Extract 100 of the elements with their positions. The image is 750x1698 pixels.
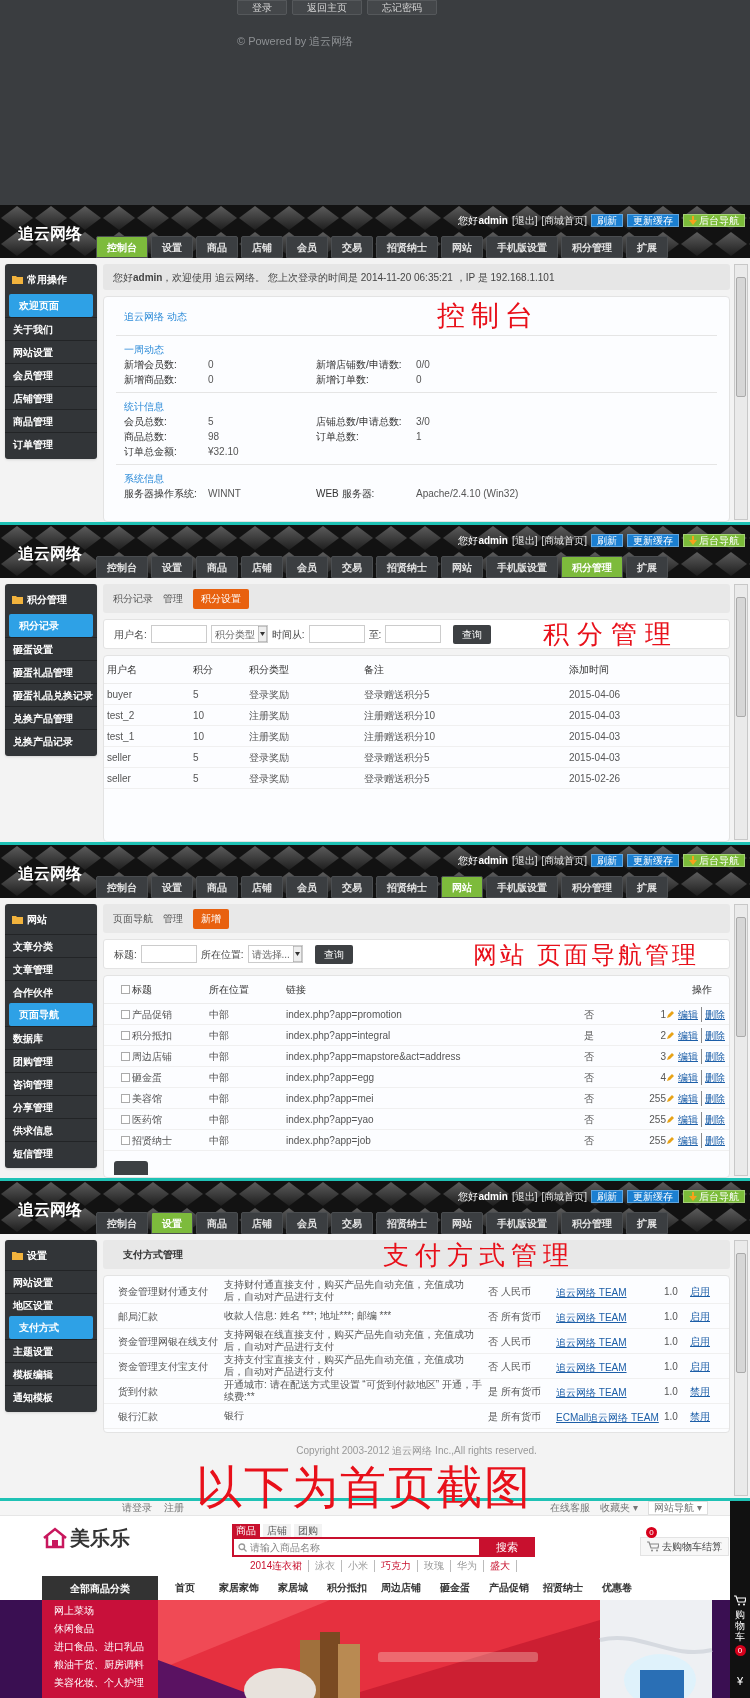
sidebar-item[interactable]: 会员管理 <box>5 363 97 386</box>
hot-word-link[interactable]: 2014连衣裙 <box>244 1560 310 1572</box>
action-link[interactable]: 删除 <box>701 1090 725 1106</box>
nav-tab[interactable]: 商品 <box>196 1212 238 1234</box>
category-link[interactable]: 进口食品、进口乳品 <box>42 1638 158 1656</box>
nav-tab[interactable]: 设置 <box>151 876 193 898</box>
top-link[interactable]: 收藏夹 ▾ <box>600 1502 639 1514</box>
nav-tab[interactable]: 手机版设置 <box>486 876 558 898</box>
sidebar-item[interactable]: 供求信息 <box>5 1118 97 1141</box>
search-button[interactable]: 搜索 <box>479 1537 535 1557</box>
search-tab[interactable]: 团购 <box>294 1524 322 1537</box>
input-field[interactable] <box>150 625 207 643</box>
nav-tab[interactable]: 网站 <box>441 1212 483 1234</box>
header-link[interactable]: [退出] <box>511 1189 538 1204</box>
breadcrumb-link[interactable]: 页面导航 <box>113 911 153 926</box>
nav-link[interactable]: 产品促销 <box>482 1576 536 1600</box>
action-link[interactable]: 禁用 <box>690 1383 710 1399</box>
nav-tab[interactable]: 手机版设置 <box>486 556 558 578</box>
sidebar-item[interactable]: 兑换产品管理 <box>5 706 97 729</box>
action-link[interactable]: 启用 <box>690 1283 710 1299</box>
action-link[interactable]: 编辑 <box>678 1132 698 1148</box>
nav-tab[interactable]: 积分管理 <box>561 236 623 258</box>
header-link[interactable]: [退出] <box>511 853 538 868</box>
sidebar-item[interactable]: 订单管理 <box>5 432 97 455</box>
header-button[interactable]: 更新缓存 <box>627 1190 679 1203</box>
action-link[interactable]: 编辑 <box>678 1048 698 1064</box>
action-link[interactable]: 编辑 <box>678 1069 698 1085</box>
nav-tab[interactable]: 会员 <box>286 236 328 258</box>
sidebar-item[interactable]: 网站设置 <box>5 340 97 363</box>
search-tab[interactable]: 店铺 <box>263 1524 291 1537</box>
login-page-button[interactable]: 忘记密码 <box>367 0 437 15</box>
action-link[interactable]: 启用 <box>690 1358 710 1374</box>
action-link[interactable]: 编辑 <box>678 1006 698 1022</box>
nav-tab[interactable]: 招贤纳士 <box>376 236 438 258</box>
sidebar-item[interactable]: 文章分类 <box>5 934 97 957</box>
author-link[interactable]: 追云网络 TEAM <box>556 1312 627 1323</box>
action-link[interactable]: 删除 <box>701 1111 725 1127</box>
nav-link[interactable]: 积分抵扣 <box>320 1576 374 1600</box>
sidebar-item[interactable]: 短信管理 <box>5 1141 97 1164</box>
sidebar-item[interactable]: 店铺管理 <box>5 386 97 409</box>
checkbox[interactable] <box>121 1030 130 1040</box>
category-link[interactable]: 网上菜场 <box>42 1602 158 1620</box>
scrollbar[interactable] <box>734 584 748 840</box>
pencil-icon[interactable] <box>667 1094 674 1102</box>
action-link[interactable]: 编辑 <box>678 1090 698 1106</box>
pencil-icon[interactable] <box>667 1073 674 1081</box>
pencil-icon[interactable] <box>667 1031 674 1039</box>
nav-tab[interactable]: 手机版设置 <box>486 236 558 258</box>
nav-tab[interactable]: 交易 <box>331 556 373 578</box>
category-link[interactable]: 美容化妆、个人护理 <box>42 1674 158 1692</box>
sidebar-item[interactable]: 砸蛋礼品兑换记录 <box>5 683 97 706</box>
checkbox[interactable] <box>121 1114 130 1124</box>
pencil-icon[interactable] <box>667 1052 674 1060</box>
nav-link[interactable]: 家居家饰 <box>212 1576 266 1600</box>
action-link[interactable]: 删除 <box>701 1069 725 1085</box>
input-field[interactable] <box>140 945 197 963</box>
nav-tab[interactable]: 店铺 <box>241 1212 283 1234</box>
nav-tab[interactable]: 交易 <box>331 236 373 258</box>
nav-tab[interactable]: 交易 <box>331 876 373 898</box>
dropdown[interactable]: 积分类型 <box>210 625 268 643</box>
search-input[interactable]: 请输入商品名称 <box>250 1539 479 1555</box>
nav-tab[interactable]: 交易 <box>331 1212 373 1234</box>
header-button[interactable]: 刷新 <box>591 534 623 547</box>
nav-tab[interactable]: 手机版设置 <box>486 1212 558 1234</box>
search-field[interactable]: 请输入商品名称 <box>232 1537 479 1557</box>
sidebar-item[interactable]: 主题设置 <box>5 1339 97 1362</box>
hot-word-link[interactable]: 巧克力 <box>375 1560 419 1572</box>
cart-button[interactable]: 去购物车结算 <box>640 1537 729 1556</box>
action-link[interactable]: 删除 <box>701 1006 725 1022</box>
top-link[interactable]: 网站导航 ▾ <box>648 1501 708 1515</box>
breadcrumb-link[interactable]: 管理 <box>163 591 183 606</box>
sidebar-item[interactable]: 砸蛋设置 <box>5 637 97 660</box>
header-button[interactable]: 刷新 <box>591 214 623 227</box>
header-button[interactable]: 更新缓存 <box>627 854 679 867</box>
action-link[interactable]: 禁用 <box>690 1408 710 1424</box>
sidebar-item[interactable]: 网站设置 <box>5 1270 97 1293</box>
sidebar-item[interactable]: 分享管理 <box>5 1095 97 1118</box>
action-link[interactable]: 编辑 <box>678 1111 698 1127</box>
sidebar-item[interactable]: 兑换产品记录 <box>5 729 97 752</box>
sidebar-item[interactable]: 团购管理 <box>5 1049 97 1072</box>
nav-tab[interactable]: 会员 <box>286 876 328 898</box>
header-button[interactable]: 更新缓存 <box>627 534 679 547</box>
search-button[interactable]: 查询 <box>453 624 492 644</box>
nav-link[interactable]: 砸金蛋 <box>428 1576 482 1600</box>
sidebar-item[interactable]: 咨询管理 <box>5 1072 97 1095</box>
nav-tab[interactable]: 店铺 <box>241 876 283 898</box>
header-link[interactable]: [退出] <box>511 533 538 548</box>
checkbox[interactable] <box>121 985 130 994</box>
nav-link[interactable]: 家居城 <box>266 1576 320 1600</box>
nav-link[interactable]: 招贤纳士 <box>536 1576 590 1600</box>
sidebar-item[interactable]: 数据库 <box>5 1026 97 1049</box>
action-link[interactable]: 启用 <box>690 1308 710 1324</box>
pencil-icon[interactable] <box>667 1010 674 1018</box>
action-link[interactable]: 删除 <box>701 1027 725 1043</box>
checkbox[interactable] <box>121 1135 130 1145</box>
nav-tab[interactable]: 扩展 <box>626 236 668 258</box>
search-button[interactable]: 查询 <box>314 944 353 964</box>
cart-icon[interactable] <box>734 1595 746 1606</box>
sidebar-item[interactable]: 关于我们 <box>5 317 97 340</box>
top-link[interactable]: 注册 <box>164 1502 184 1514</box>
